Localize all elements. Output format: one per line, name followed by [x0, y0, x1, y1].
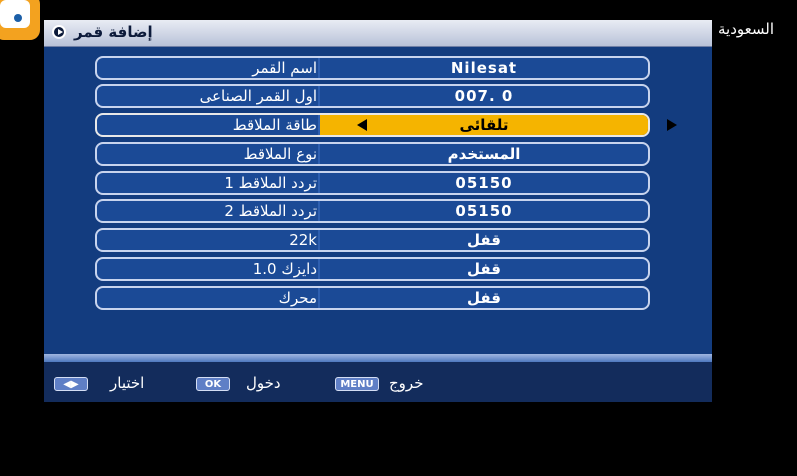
row-motor[interactable]: محرك قفل: [95, 286, 650, 310]
logo-dot: [14, 14, 22, 22]
select-key-icon: ◀▶: [54, 377, 88, 391]
row-label: نوع الملاقط: [243, 145, 317, 163]
row-22k[interactable]: 22k قفل: [95, 228, 650, 252]
row-label: طاقة الملاقط: [232, 116, 317, 134]
play-icon: [52, 25, 66, 39]
row-value: 007. 0: [454, 87, 514, 105]
row-value: قفل: [466, 289, 501, 307]
select-label: اختيار: [110, 374, 145, 392]
row-value: 05150: [455, 202, 513, 220]
channel-logo: [0, 0, 40, 40]
logo-emblem: [0, 0, 30, 28]
arrow-left-icon[interactable]: [357, 119, 367, 131]
row-lnb-frequency-2[interactable]: تردد الملاقط 2 05150: [95, 199, 650, 223]
menu-key-icon: MENU: [335, 377, 379, 391]
row-label: تردد الملاقط 2: [224, 202, 317, 220]
row-lnb-frequency-1[interactable]: تردد الملاقط 1 05150: [95, 171, 650, 195]
row-value: تلقائى: [320, 115, 648, 135]
menu-title: إضافة قمر: [74, 23, 153, 41]
row-label: اول القمر الصناعى: [199, 87, 317, 105]
add-satellite-menu: إضافة قمر اسم القمر Nilesat اول القمر ال…: [44, 20, 712, 402]
ok-key-icon: OK: [196, 377, 230, 391]
row-value: 05150: [455, 174, 513, 192]
row-value: المستخدم: [447, 145, 521, 163]
row-lnb-type[interactable]: نوع الملاقط المستخدم: [95, 142, 650, 166]
footer-help: ◀▶ اختيار OK دخول MENU خروج: [44, 362, 712, 402]
row-value: قفل: [466, 231, 501, 249]
row-label: محرك: [278, 289, 317, 307]
ok-label: دخول: [246, 374, 281, 392]
row-value: قفل: [466, 260, 501, 278]
row-label: 22k: [289, 231, 317, 249]
menu-title-bar: إضافة قمر: [44, 20, 712, 47]
row-diseqc[interactable]: دايزك 1.0 قفل: [95, 257, 650, 281]
row-satellite-longitude[interactable]: اول القمر الصناعى 007. 0: [95, 84, 650, 108]
row-lnb-power[interactable]: طاقة الملاقط تلقائى: [95, 113, 677, 137]
row-satellite-name[interactable]: اسم القمر Nilesat: [95, 56, 650, 80]
row-value: Nilesat: [450, 59, 518, 77]
arrow-right-icon[interactable]: [667, 119, 677, 131]
menu-label: خروج: [389, 374, 424, 392]
row-label: تردد الملاقط 1: [224, 174, 317, 192]
row-label: دايزك 1.0: [252, 260, 317, 278]
separator-bar: [44, 354, 712, 362]
row-label: اسم القمر: [252, 59, 317, 77]
